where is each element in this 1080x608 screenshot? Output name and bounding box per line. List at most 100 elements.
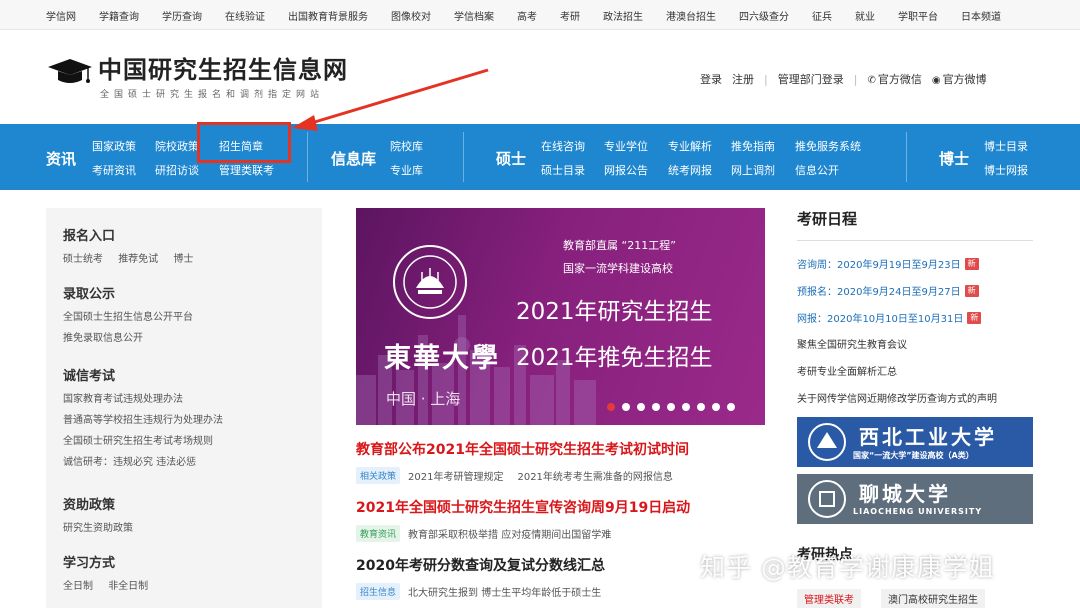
toplink-kaoyan[interactable]: 考研	[560, 8, 580, 23]
nav-registration-notice[interactable]: 网报公告	[604, 162, 648, 178]
nav-major-analysis[interactable]: 专业解析	[668, 138, 712, 154]
news-headline[interactable]: 2020年考研分数查询及复试分数线汇总	[356, 555, 615, 575]
news-sublink[interactable]: 教育部采取积极举措 应对疫情期间出国留学难	[408, 526, 611, 541]
banner-headline-1: 2021年研究生招生	[516, 299, 713, 325]
schedule-item-text: 关于网传学信网近期修改学历查询方式的声明	[797, 394, 997, 405]
toplink-image-check[interactable]: 图像校对	[391, 8, 431, 23]
schedule-item[interactable]: 考研专业全面解析汇总	[797, 363, 897, 378]
liaocheng-banner[interactable]: 聊城大学 LIAOCHENG UNIVERSITY	[797, 474, 1033, 524]
news-tag[interactable]: 教育资讯	[356, 525, 401, 542]
sidebar-link-phd[interactable]: 博士	[173, 254, 193, 265]
toplink-law[interactable]: 政法招生	[603, 8, 643, 23]
nwpu-banner[interactable]: 西北工业大学 国家“一流大学”建设高校（A类）	[797, 417, 1033, 467]
carousel-dot[interactable]	[607, 403, 615, 411]
divider	[797, 240, 1033, 241]
schedule-item[interactable]: 聚焦全国研究生教育会议	[797, 336, 907, 351]
nav-info-disclosure[interactable]: 信息公开	[795, 162, 839, 178]
nav-head-xinxiku[interactable]: 信息库	[331, 148, 376, 169]
nav-phd-catalog[interactable]: 博士目录	[984, 138, 1028, 154]
carousel-dot[interactable]	[637, 403, 645, 411]
nav-head-shuoshi[interactable]: 硕士	[496, 148, 526, 169]
login-link[interactable]: 登录	[700, 71, 722, 87]
toplink-verify[interactable]: 在线验证	[225, 8, 265, 23]
nav-online-adjustment[interactable]: 网上调剂	[731, 162, 775, 178]
schedule-item[interactable]: 预报名：2020年9月24日至9月27日 新	[797, 283, 979, 298]
toplink-archive[interactable]: 学信档案	[454, 8, 494, 23]
schedule-item[interactable]: 关于网传学信网近期修改学历查询方式的声明	[797, 390, 997, 405]
user-bar: 登录 注册 | 管理部门登录 | ✆ 官方微信 ◉ 官方微博	[700, 71, 997, 87]
nav-professional-degree[interactable]: 专业学位	[604, 138, 648, 154]
toplink-abroad[interactable]: 出国教育背景服务	[288, 8, 368, 23]
nav-school-policy[interactable]: 院校政策	[155, 138, 199, 154]
nav-mba-exam[interactable]: 管理类联考	[219, 162, 274, 178]
nav-kaoyan-news[interactable]: 考研资讯	[92, 162, 136, 178]
nav-master-catalog[interactable]: 硕士目录	[541, 162, 585, 178]
news-tag[interactable]: 相关政策	[356, 467, 401, 484]
uni-name: 西北工业大学	[859, 425, 997, 449]
schedule-item[interactable]: 咨询周：2020年9月19日至9月23日 新	[797, 256, 979, 271]
toplink-hmt[interactable]: 港澳台招生	[666, 8, 716, 23]
nav-recommend-system[interactable]: 推免服务系统	[795, 138, 861, 154]
nav-phd-registration[interactable]: 博士网报	[984, 162, 1028, 178]
toplink-japan[interactable]: 日本频道	[961, 8, 1001, 23]
carousel-dot[interactable]	[697, 403, 705, 411]
main-nav: 资讯 国家政策 院校政策 招生简章 考研资讯 研招访谈 管理类联考 信息库 院校…	[0, 124, 1080, 190]
toplink-career[interactable]: 学职平台	[898, 8, 938, 23]
sidebar-link-fulltime[interactable]: 全日制	[63, 581, 93, 592]
nav-interviews[interactable]: 研招访谈	[155, 162, 199, 178]
weibo-link[interactable]: ◉ 官方微博	[932, 71, 987, 87]
carousel-dot[interactable]	[622, 403, 630, 411]
news-sublink[interactable]: 北大研究生报到 博士生平均年龄低于硕士生	[408, 584, 601, 599]
news-sublink[interactable]: 2021年考研管理规定	[408, 468, 503, 483]
wechat-link[interactable]: ✆ 官方微信	[867, 71, 921, 87]
sidebar-link[interactable]: 普通高等学校招生违规行为处理办法	[63, 411, 223, 426]
register-link[interactable]: 注册	[732, 71, 754, 87]
toplink-xuexin[interactable]: 学信网	[46, 8, 76, 23]
carousel-dot[interactable]	[682, 403, 690, 411]
admin-login-link[interactable]: 管理部门登录	[778, 71, 844, 87]
carousel-dot[interactable]	[652, 403, 660, 411]
wechat-icon: ✆	[867, 75, 876, 86]
carousel-dot[interactable]	[712, 403, 720, 411]
hot-tag[interactable]: 管理类联考	[797, 589, 861, 608]
nav-head-zixun[interactable]: 资讯	[46, 148, 76, 169]
carousel-dot[interactable]	[667, 403, 675, 411]
sidebar-link[interactable]: 研究生资助政策	[63, 519, 133, 534]
sidebar-link-parttime[interactable]: 非全日制	[108, 581, 148, 592]
schedule-item[interactable]: 网报：2020年10月10日至10月31日 新	[797, 310, 982, 325]
toplink-jobs[interactable]: 就业	[855, 8, 875, 23]
uni-tagline: 国家“一流大学”建设高校（A类）	[853, 451, 974, 460]
nav-major-db[interactable]: 专业库	[390, 162, 423, 178]
news-tag[interactable]: 招生信息	[356, 583, 401, 600]
nav-national-policy[interactable]: 国家政策	[92, 138, 136, 154]
sidebar-link[interactable]: 全国硕士生招生信息公开平台	[63, 308, 193, 323]
sidebar-link[interactable]: 国家教育考试违规处理办法	[63, 390, 223, 405]
toplink-gaokao[interactable]: 高考	[517, 8, 537, 23]
toplink-cet[interactable]: 四六级查分	[739, 8, 789, 23]
toplink-xueli[interactable]: 学历查询	[162, 8, 202, 23]
sidebar-title: 学习方式	[63, 556, 116, 571]
zhihu-watermark: 知乎 @教育学谢康康学姐	[700, 553, 995, 582]
nav-unified-registration[interactable]: 统考网报	[668, 162, 712, 178]
toplink-xueji[interactable]: 学籍查询	[99, 8, 139, 23]
news-headline[interactable]: 教育部公布2021年全国硕士研究生招生考试初试时间	[356, 439, 689, 459]
toplink-military[interactable]: 征兵	[812, 8, 832, 23]
news-sublink[interactable]: 2021年统考考生需准备的网报信息	[517, 468, 672, 483]
sidebar-link[interactable]: 诚信研考：违规必究 违法必惩	[63, 453, 223, 468]
nav-school-db[interactable]: 院校库	[390, 138, 423, 154]
sidebar-link-master-exam[interactable]: 硕士统考	[63, 254, 103, 265]
nav-head-boshi[interactable]: 博士	[939, 148, 969, 169]
carousel-dot[interactable]	[727, 403, 735, 411]
hero-banner-carousel[interactable]: 東華大學 中国 · 上海 教育部直属 “211工程” 国家一流学科建设高校 20…	[356, 208, 765, 425]
sidebar-section-integrity: 诚信考试 国家教育考试违规处理办法 普通高等学校招生违规行为处理办法 全国硕士研…	[63, 365, 223, 468]
sidebar-link-recommend[interactable]: 推荐免试	[118, 254, 158, 265]
sidebar-link[interactable]: 推免录取信息公开	[63, 329, 193, 344]
hot-tag[interactable]: 澳门高校研究生招生	[881, 589, 985, 608]
nav-recommend-guide[interactable]: 推免指南	[731, 138, 775, 154]
nav-online-consult[interactable]: 在线咨询	[541, 138, 585, 154]
graduation-cap-icon	[46, 58, 94, 88]
news-headline[interactable]: 2021年全国硕士研究生招生宣传咨询周9月19日启动	[356, 497, 690, 517]
banner-line-1: 教育部直属 “211工程”	[563, 239, 676, 252]
sidebar-link[interactable]: 全国硕士研究生招生考试考场规则	[63, 432, 223, 447]
site-logo[interactable]: 中国研究生招生信息网 全国硕士研究生报名和调剂指定网站	[46, 56, 348, 100]
